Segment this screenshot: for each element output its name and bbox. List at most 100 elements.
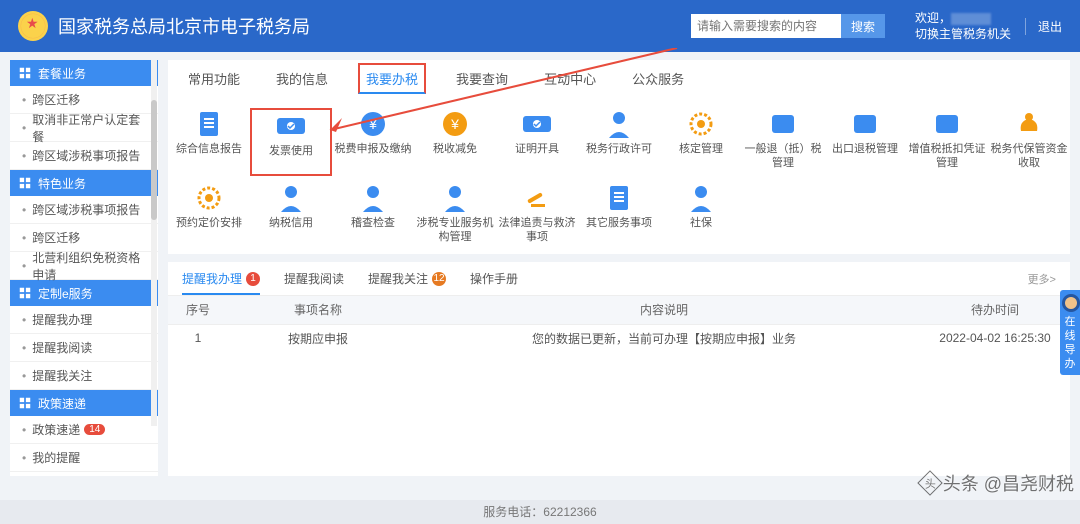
- sidebar-scrollbar[interactable]: [151, 60, 157, 426]
- table-header: 待办时间: [920, 296, 1070, 324]
- content-area: 常用功能我的信息我要办税我要查询互动中心公众服务 综合信息报告发票使用 ¥ 税费申报…: [168, 60, 1070, 476]
- watermark: 头 头条 @昌尧财税: [921, 470, 1074, 496]
- badge: 14: [84, 424, 105, 435]
- section-icon: [18, 286, 32, 300]
- logo-icon: [18, 11, 48, 41]
- grid-item[interactable]: 税务代保管资金收取: [988, 108, 1070, 176]
- panel-tab[interactable]: 提醒我关注12: [368, 270, 446, 287]
- grid-item-icon: [1011, 110, 1047, 138]
- grid-item-icon: [191, 184, 227, 212]
- grid-item-icon: [437, 184, 473, 212]
- grid-item[interactable]: 税务行政许可: [578, 108, 660, 176]
- main-tab[interactable]: 互动中心: [538, 65, 602, 92]
- grid-item-icon: [601, 110, 637, 138]
- grid-item-label: 发票使用: [252, 144, 330, 172]
- grid-item-label: 税务行政许可: [578, 142, 660, 170]
- grid-item[interactable]: 综合信息报告: [168, 108, 250, 176]
- grid-item[interactable]: 涉税专业服务机构管理: [414, 182, 496, 246]
- table-cell: 您的数据已更新，当前可办理【按期应申报】业务: [408, 324, 920, 352]
- grid-item[interactable]: 稽查检查: [332, 182, 414, 246]
- sidebar-section-header[interactable]: 定制e服务: [10, 280, 158, 306]
- svg-text:¥: ¥: [450, 116, 459, 132]
- grid-item[interactable]: 一般退（抵）税管理: [742, 108, 824, 176]
- grid-item-icon: [273, 112, 309, 140]
- sidebar-item[interactable]: 跨区域涉税事项报告: [10, 142, 158, 170]
- grid-item[interactable]: 其它服务事项: [578, 182, 660, 246]
- grid-item[interactable]: 出口退税管理: [824, 108, 906, 176]
- sidebar-item[interactable]: 我的提醒: [10, 444, 158, 472]
- logout-link[interactable]: 退出: [1025, 18, 1062, 35]
- grid-item-label: 其它服务事项: [578, 216, 660, 244]
- grid-item-label: 一般退（抵）税管理: [742, 142, 824, 170]
- footer: 服务电话：62212366: [0, 500, 1080, 524]
- sidebar-section-header[interactable]: 政策速递: [10, 390, 158, 416]
- sidebar-item[interactable]: 政策速递14: [10, 416, 158, 444]
- grid-item[interactable]: 发票使用: [250, 108, 332, 176]
- sidebar-item[interactable]: 北营利组织免税资格申请: [10, 252, 158, 280]
- main-tab[interactable]: 我要办税: [358, 63, 426, 94]
- grid-item-label: 证明开具: [496, 142, 578, 170]
- grid-item[interactable]: ¥ 税收减免: [414, 108, 496, 176]
- grid-item-label: 税费申报及缴纳: [332, 142, 414, 170]
- section-icon: [18, 176, 32, 190]
- watermark-icon: 头: [917, 470, 942, 495]
- grid-item[interactable]: ¥ 税费申报及缴纳: [332, 108, 414, 176]
- grid-item-label: 社保: [660, 216, 742, 244]
- main-tab[interactable]: 常用功能: [182, 65, 246, 92]
- sidebar-item[interactable]: 提醒我办理: [10, 306, 158, 334]
- grid-item[interactable]: 社保: [660, 182, 742, 246]
- svg-text:¥: ¥: [368, 116, 377, 132]
- table-cell: 2022-04-02 16:25:30: [920, 324, 1070, 352]
- more-link[interactable]: 更多>: [1028, 271, 1056, 287]
- app-header: 国家税务总局北京市电子税务局 搜索 欢迎， 切换主管税务机关 退出: [0, 0, 1080, 52]
- grid-item-label: 税务代保管资金收取: [988, 142, 1070, 170]
- grid-item-icon: [683, 110, 719, 138]
- grid-item-label: 稽查检查: [332, 216, 414, 244]
- grid-item-label: 法律追责与救济事项: [496, 216, 578, 244]
- grid-item[interactable]: 核定管理: [660, 108, 742, 176]
- grid-item-icon: ¥: [437, 110, 473, 138]
- grid-item-icon: [519, 184, 555, 212]
- search-input[interactable]: [691, 14, 841, 38]
- section-icon: [18, 66, 32, 80]
- grid-item-icon: [847, 110, 883, 138]
- online-helper-widget[interactable]: 在线导办: [1060, 290, 1080, 375]
- function-grid: 综合信息报告发票使用 ¥ 税费申报及缴纳 ¥ 税收减免证明开具税务行政许可核定管理一般退…: [168, 96, 1070, 254]
- grid-item-icon: [601, 184, 637, 212]
- sidebar-item[interactable]: 跨区域涉税事项报告: [10, 196, 158, 224]
- grid-item[interactable]: 增值税抵扣凭证管理: [906, 108, 988, 176]
- panel-tab[interactable]: 提醒我办理1: [182, 270, 260, 295]
- reminder-panel: 提醒我办理1提醒我阅读提醒我关注12操作手册更多> 序号事项名称内容说明待办时间…: [168, 262, 1070, 476]
- switch-authority-link[interactable]: 切换主管税务机关: [915, 26, 1011, 42]
- main-tab[interactable]: 我要查询: [450, 65, 514, 92]
- helper-avatar-icon: [1062, 294, 1080, 312]
- count-badge: 1: [246, 272, 260, 286]
- table-header: 序号: [168, 296, 228, 324]
- sidebar-item[interactable]: 我的待办: [10, 472, 158, 476]
- main-tab[interactable]: 我的信息: [270, 65, 334, 92]
- grid-item[interactable]: 预约定价安排: [168, 182, 250, 246]
- watermark-text: 头条 @昌尧财税: [943, 470, 1074, 496]
- sidebar-item[interactable]: 取消非正常户认定套餐: [10, 114, 158, 142]
- grid-item-icon: [683, 184, 719, 212]
- user-area: 欢迎， 切换主管税务机关: [915, 10, 1011, 42]
- panel-tab[interactable]: 操作手册: [470, 270, 518, 287]
- sidebar-item[interactable]: 提醒我关注: [10, 362, 158, 390]
- sidebar-item[interactable]: 提醒我阅读: [10, 334, 158, 362]
- search-button[interactable]: 搜索: [841, 14, 885, 38]
- grid-item-label: 纳税信用: [250, 216, 332, 244]
- main-tab[interactable]: 公众服务: [626, 65, 690, 92]
- grid-item[interactable]: 纳税信用: [250, 182, 332, 246]
- grid-item-label: 涉税专业服务机构管理: [414, 216, 496, 244]
- grid-item[interactable]: 证明开具: [496, 108, 578, 176]
- grid-item-icon: [929, 110, 965, 138]
- sidebar-section-header[interactable]: 特色业务: [10, 170, 158, 196]
- sidebar-section-header[interactable]: 套餐业务: [10, 60, 158, 86]
- grid-item-icon: [519, 110, 555, 138]
- grid-item[interactable]: 法律追责与救济事项: [496, 182, 578, 246]
- table-row[interactable]: 1按期应申报您的数据已更新，当前可办理【按期应申报】业务2022-04-02 1…: [168, 324, 1070, 352]
- grid-item-label: 税收减免: [414, 142, 496, 170]
- table-header: 内容说明: [408, 296, 920, 324]
- panel-tab[interactable]: 提醒我阅读: [284, 270, 344, 287]
- grid-item-icon: [765, 110, 801, 138]
